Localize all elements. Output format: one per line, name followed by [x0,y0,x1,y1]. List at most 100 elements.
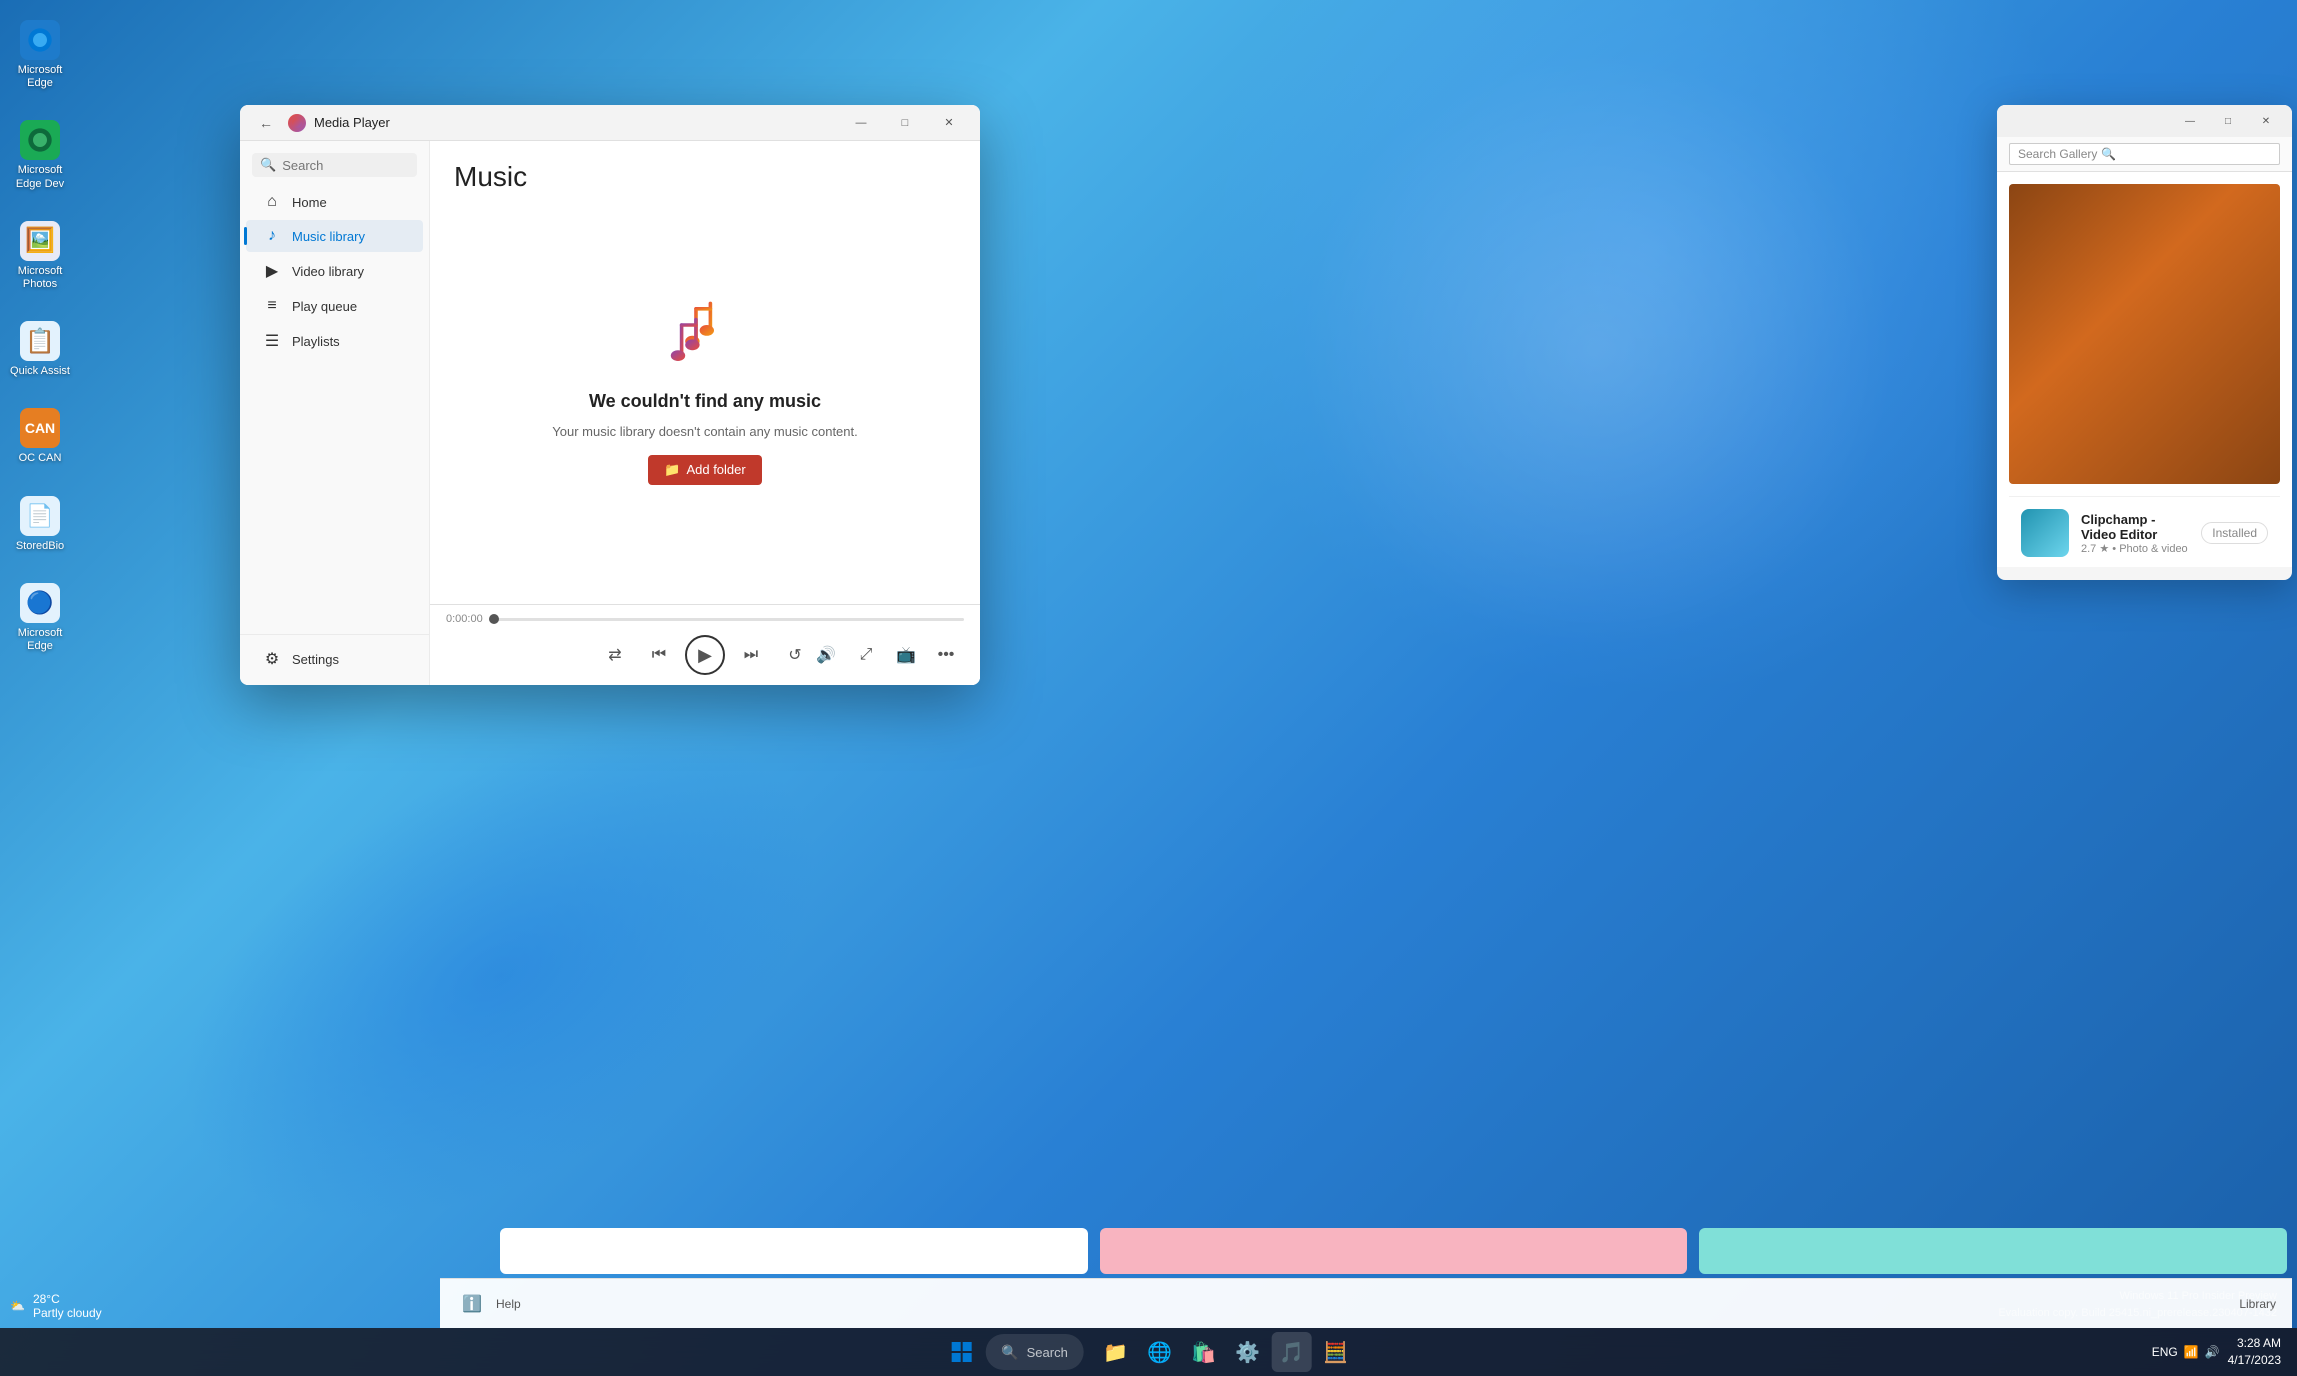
play-queue-icon: ≡ [262,297,282,315]
shuffle-button[interactable]: ⇄ [597,637,633,673]
taskbar-store[interactable]: 🛍️ [1184,1332,1224,1372]
card-teal [1699,1228,2287,1274]
search-icon: 🔍 [2101,147,2116,161]
taskbar-media-player[interactable]: 🎵 [1272,1332,1312,1372]
desktop-icon-misc[interactable]: 🔵 MicrosoftEdge [10,583,70,653]
home-icon: ⌂ [262,193,282,211]
current-time: 0:00:00 [446,613,483,625]
weather-condition: Partly cloudy [33,1306,102,1320]
sidebar-item-video-library-label: Video library [292,264,364,279]
window-body: 🔍 ⌂ Home ♪ Music library ▶ Video library… [240,141,980,685]
right-controls: 🔊 ⤢ 📺 ••• [808,637,964,673]
add-folder-icon: 📁 [664,462,680,478]
empty-state: We couldn't find any music Your music li… [430,209,980,604]
maximize-button[interactable]: □ [882,105,928,141]
bg-window-toolbar: Search Gallery 🔍 [1997,137,2292,172]
mini-player-button[interactable]: ⤢ [848,637,884,673]
taskbar-settings[interactable]: ⚙️ [1228,1332,1268,1372]
empty-state-subtitle: Your music library doesn't contain any m… [552,424,858,439]
settings-icon: ⚙ [262,649,282,669]
player-bar: 0:00:00 ⇄ ⏮ ▶ ⏭ ↺ 🔊 ⤢ [430,604,980,685]
desktop-icon-misc-label: MicrosoftEdge [18,627,63,653]
music-library-icon: ♪ [262,227,282,245]
window-title: Media Player [314,115,830,130]
desktop-icon-storedbio[interactable]: 📄 StoredBio [10,496,70,553]
wallpaper-decoration-2 [1297,50,1897,650]
desktop-icon-edge-dev[interactable]: MicrosoftEdge Dev [10,120,70,190]
sidebar-item-home-label: Home [292,195,327,210]
volume-button[interactable]: 🔊 [808,637,844,673]
clock-date: 4/17/2023 [2228,1352,2281,1369]
store-app-info: Clipchamp - Video Editor 2.7 ★ • Photo &… [2081,512,2189,555]
clock-time: 3:28 AM [2228,1335,2281,1352]
taskbar-search-icon: 🔍 [1001,1344,1018,1361]
page-title: Music [430,141,980,209]
watermark-line1: Windows 11 Pro Insider Preview [1998,1288,2277,1305]
taskbar: 🔍 Search 📁 🌐 🛍️ ⚙️ 🎵 🧮 ENG 📶 🔊 3: [0,1328,2297,1376]
bg-close-button[interactable]: ✕ [2248,105,2284,137]
titlebar-back-button[interactable]: ← [252,109,280,137]
gallery-content-area [2009,184,2280,484]
store-app-item: Clipchamp - Video Editor 2.7 ★ • Photo &… [2009,496,2280,567]
gallery-search-box[interactable]: Search Gallery 🔍 [2009,143,2280,165]
previous-button[interactable]: ⏮ [641,637,677,673]
weather-widget[interactable]: ⛅ 28°C Partly cloudy [10,1292,102,1320]
bg-minimize-button[interactable]: — [2172,105,2208,137]
sidebar-item-play-queue-label: Play queue [292,299,357,314]
taskbar-lang: ENG [2152,1345,2178,1359]
store-app-name: Clipchamp - Video Editor [2081,512,2189,542]
desktop-icon-edge-dev-label: MicrosoftEdge Dev [16,164,64,190]
windows-watermark: Windows 11 Pro Insider Preview Evaluatio… [1998,1288,2277,1321]
window-controls: — □ ✕ [838,105,968,141]
taskbar-start-button[interactable] [941,1332,981,1372]
weather-temp: 28°C [33,1292,102,1306]
weather-icon: ⛅ [10,1299,25,1313]
desktop-icon-can-label: OC CAN [19,452,62,465]
progress-bar[interactable] [491,618,964,621]
close-button[interactable]: ✕ [926,105,972,141]
taskbar-calculator[interactable]: 🧮 [1316,1332,1356,1372]
desktop-icon-quick-assist[interactable]: 📋 Quick Assist [10,321,70,378]
window-titlebar: ← Media Player — □ ✕ [240,105,980,141]
wallpaper-decoration-1 [1197,0,2097,700]
bar-label-help: Help [496,1297,521,1311]
sidebar-item-playlists-label: Playlists [292,334,340,349]
taskbar-clock[interactable]: 3:28 AM 4/17/2023 [2228,1335,2281,1369]
sidebar-item-music-library[interactable]: ♪ Music library [246,220,423,252]
cast-button[interactable]: 📺 [888,637,924,673]
add-folder-button[interactable]: 📁 Add folder [648,455,761,485]
desktop-icon-photos[interactable]: 🖼️ MicrosoftPhotos [10,221,70,291]
taskbar-edge[interactable]: 🌐 [1140,1332,1180,1372]
sidebar-item-music-library-label: Music library [292,229,365,244]
sidebar-item-playlists[interactable]: ☰ Playlists [246,324,423,358]
sidebar-item-video-library[interactable]: ▶ Video library [246,254,423,288]
app-icon [288,114,306,132]
video-library-icon: ▶ [262,261,282,281]
watermark-line2: Evaluation copy. Build 25415.ni_prerelea… [1998,1305,2277,1322]
installed-badge: Installed [2201,522,2268,544]
next-button[interactable]: ⏭ [733,637,769,673]
taskbar-search-box[interactable]: 🔍 Search [985,1334,1084,1370]
progress-dot [489,614,499,624]
gallery-search-placeholder: Search Gallery [2018,147,2097,161]
bg-window-titlebar: — □ ✕ [1997,105,2292,137]
desktop-icon-can[interactable]: CAN OC CAN [10,408,70,465]
minimize-button[interactable]: — [838,105,884,141]
card-pink [1100,1228,1688,1274]
empty-state-title: We couldn't find any music [589,391,821,412]
bg-maximize-button[interactable]: □ [2210,105,2246,137]
gallery-image [2009,184,2280,484]
taskbar-file-explorer[interactable]: 📁 [1096,1332,1136,1372]
play-button[interactable]: ▶ [685,635,725,675]
bar-icon-help[interactable]: ℹ️ [456,1288,488,1320]
sidebar-item-settings-label: Settings [292,652,339,667]
sidebar-item-home[interactable]: ⌂ Home [246,186,423,218]
sidebar-item-settings[interactable]: ⚙ Settings [246,642,423,676]
taskbar-right: ENG 📶 🔊 3:28 AM 4/17/2023 [2152,1335,2281,1369]
more-options-button[interactable]: ••• [928,637,964,673]
desktop-icon-edge[interactable]: MicrosoftEdge [10,20,70,90]
sidebar-item-play-queue[interactable]: ≡ Play queue [246,290,423,322]
store-app-icon [2021,509,2069,557]
desktop-icon-storedbio-label: StoredBio [16,540,64,553]
sidebar: 🔍 ⌂ Home ♪ Music library ▶ Video library… [240,141,430,685]
